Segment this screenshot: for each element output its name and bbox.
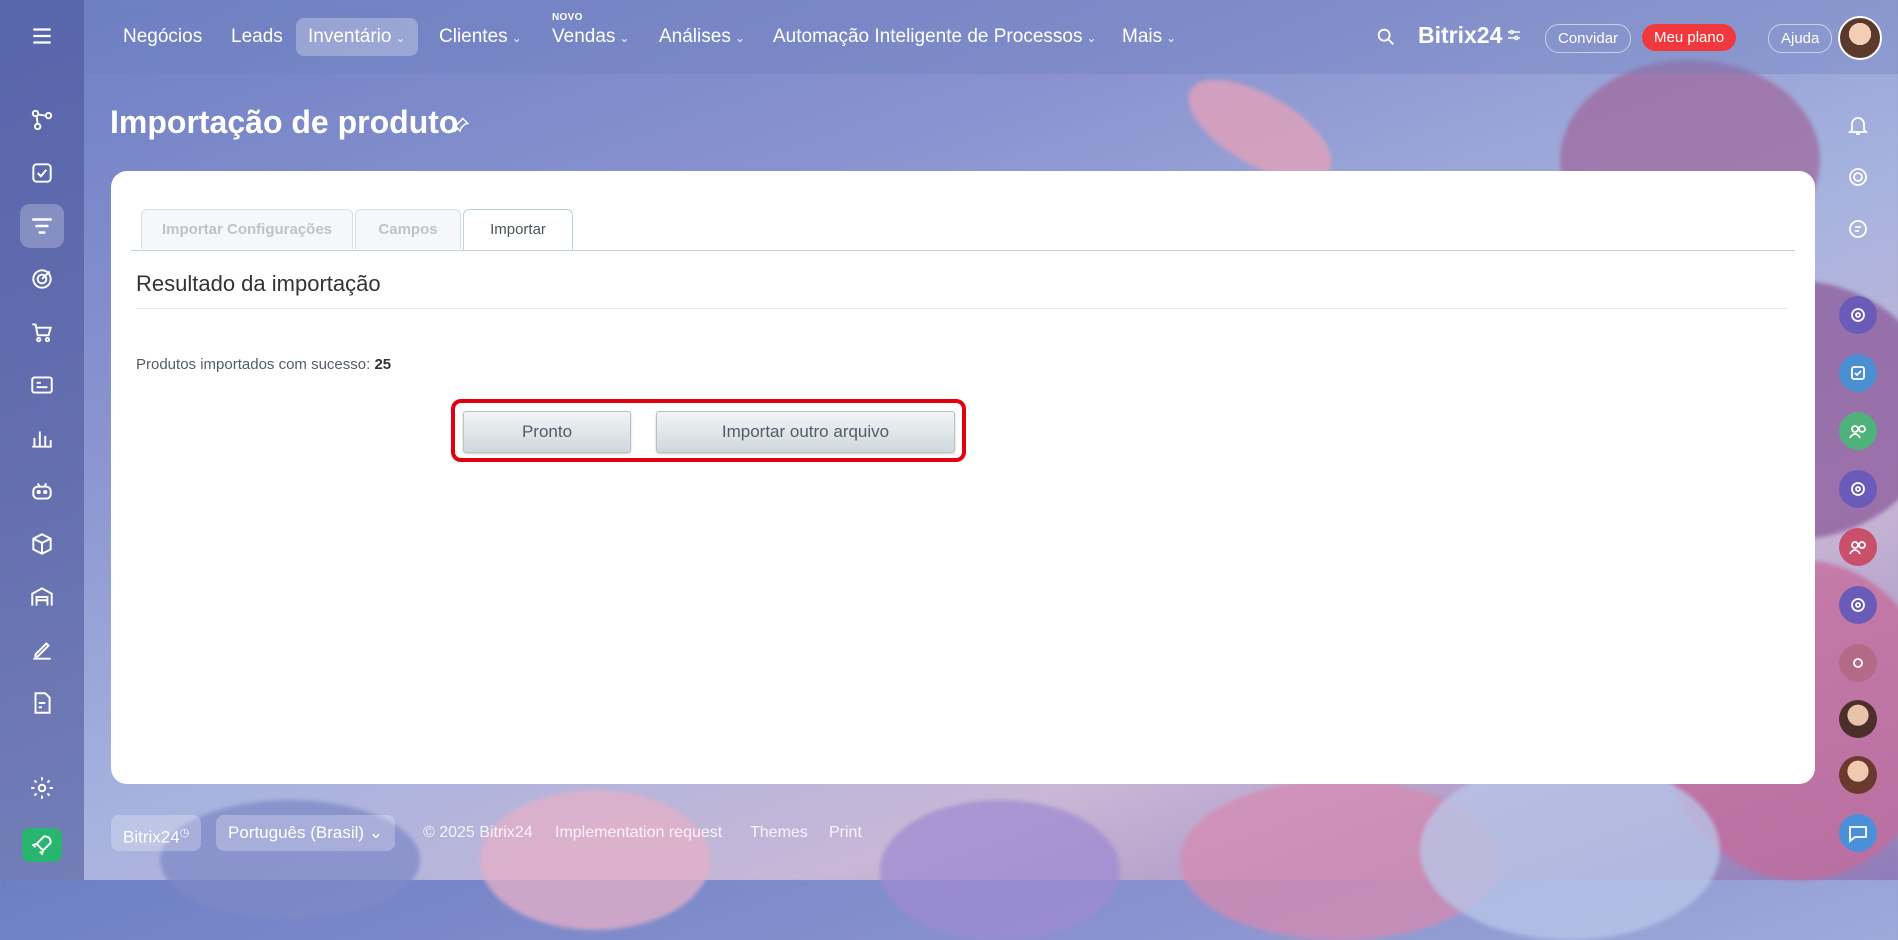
result-count: 25 <box>374 356 392 373</box>
document-edit-icon[interactable] <box>20 681 64 725</box>
warehouse-icon[interactable] <box>20 575 64 619</box>
nav-item-negocios[interactable]: Negócios <box>111 18 214 56</box>
tab-importar[interactable]: Importar <box>463 209 573 251</box>
tab-importar-configuracoes[interactable]: Importar Configurações <box>141 209 353 249</box>
sign-pen-icon[interactable] <box>20 628 64 672</box>
contact-card-icon[interactable] <box>20 363 64 407</box>
tasks-chat-icon[interactable] <box>1839 354 1877 392</box>
chevron-down-icon: ⌄ <box>619 31 630 45</box>
contact-avatar[interactable] <box>1839 700 1877 738</box>
chat-refresh-icon[interactable] <box>1839 210 1877 248</box>
footer-brand-button[interactable]: Bitrix24◷ <box>111 815 202 851</box>
search-icon[interactable] <box>1375 26 1397 48</box>
section-divider <box>136 308 1789 309</box>
chevron-down-icon: ⌄ <box>511 31 522 45</box>
help-button[interactable]: Ajuda <box>1768 24 1833 53</box>
clock-icon: ◷ <box>179 827 190 839</box>
cart-icon[interactable] <box>20 310 64 354</box>
nav-item-clientes[interactable]: Clientes ⌄ <box>427 18 534 56</box>
import-another-file-button[interactable]: Importar outro arquivo <box>656 411 955 453</box>
section-title: Resultado da importação <box>136 271 381 296</box>
box-icon[interactable] <box>20 522 64 566</box>
pin-icon[interactable] <box>452 116 470 134</box>
crm-funnel-icon[interactable] <box>20 204 64 248</box>
chevron-down-icon: ⌄ <box>1166 31 1177 45</box>
background-flower <box>880 800 1120 940</box>
done-button[interactable]: Pronto <box>463 411 631 453</box>
nav-item-automacao[interactable]: Automação Inteligente de Processos ⌄ <box>761 18 1109 56</box>
chevron-down-icon: ⌄ <box>368 823 384 842</box>
themes-link[interactable]: Themes <box>750 824 808 842</box>
brand-logo[interactable]: Bitrix24 <box>1418 22 1502 49</box>
import-card: Importar Configurações Campos Importar R… <box>111 171 1815 784</box>
chat-bubble-icon[interactable] <box>1839 814 1877 852</box>
left-sidebar <box>0 0 84 880</box>
nav-item-inventario[interactable]: Inventário ⌄ <box>296 18 418 56</box>
copilot-icon[interactable] <box>1839 158 1877 196</box>
flow-icon[interactable] <box>20 98 64 142</box>
bell-icon[interactable] <box>1839 106 1877 144</box>
analytics-bars-icon[interactable] <box>20 416 64 460</box>
import-result-text: Produtos importados com sucesso: 25 <box>136 356 391 373</box>
tasks-icon[interactable] <box>20 151 64 195</box>
assistant-chat-icon[interactable] <box>1839 586 1877 624</box>
page-title: Importação de produto <box>110 104 459 140</box>
rocket-icon[interactable] <box>22 828 62 862</box>
nav-item-analises[interactable]: Análises ⌄ <box>647 18 757 56</box>
menu-hamburger-icon[interactable] <box>20 14 64 58</box>
implementation-request-link[interactable]: Implementation request <box>555 824 722 842</box>
settings-gear-icon[interactable] <box>20 766 64 810</box>
tabs-divider <box>131 250 1795 251</box>
chevron-down-icon: ⌄ <box>1086 31 1097 45</box>
robot-icon[interactable] <box>20 469 64 513</box>
language-selector[interactable]: Português (Brasil) ⌄ <box>216 815 396 851</box>
target-icon[interactable] <box>20 257 64 301</box>
result-label: Produtos importados com sucesso: <box>136 356 371 373</box>
tab-campos[interactable]: Campos <box>355 209 461 249</box>
background-flower <box>480 790 710 930</box>
my-plan-button[interactable]: Meu plano <box>1642 24 1737 51</box>
invite-button[interactable]: Convidar <box>1545 24 1632 53</box>
copilot-chat-icon[interactable] <box>1839 470 1877 508</box>
ai-chat-icon[interactable] <box>1839 296 1877 334</box>
print-link[interactable]: Print <box>829 824 862 842</box>
contact-avatar[interactable] <box>1839 756 1877 794</box>
background-flower <box>1420 760 1720 940</box>
chevron-down-icon: ⌄ <box>395 31 406 45</box>
status-circle-icon[interactable] <box>1839 644 1877 682</box>
user-avatar[interactable] <box>1838 16 1882 60</box>
sliders-icon[interactable] <box>1505 26 1523 44</box>
chevron-down-icon: ⌄ <box>734 31 745 45</box>
nav-item-vendas[interactable]: Vendas ⌄ <box>540 18 641 56</box>
nav-item-mais[interactable]: Mais ⌄ <box>1110 18 1188 56</box>
nav-item-leads[interactable]: Leads <box>219 18 295 56</box>
team-chat-icon[interactable] <box>1839 528 1877 566</box>
copyright-text: © 2025 Bitrix24 <box>423 824 533 841</box>
group-chat-icon[interactable] <box>1839 412 1877 450</box>
